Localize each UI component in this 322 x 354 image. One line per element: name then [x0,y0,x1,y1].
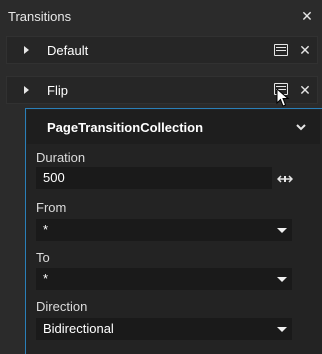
caret-down-icon[interactable] [277,277,287,282]
close-icon[interactable]: ✕ [299,8,315,24]
from-label: From [36,200,67,215]
direction-select[interactable]: Bidirectional [36,318,292,340]
caret-down-icon[interactable] [277,327,287,332]
panel-title: Transitions [8,9,72,24]
duration-label: Duration [36,150,86,165]
panel-icon[interactable] [274,44,288,56]
caret-down-icon[interactable] [277,228,287,233]
to-select[interactable]: * [36,268,292,290]
chevron-down-icon[interactable] [296,122,306,132]
triangle-right-icon[interactable] [24,86,29,94]
popup-title: PageTransitionCollection [47,120,204,135]
triangle-right-icon[interactable] [24,46,29,54]
horizontal-resize-icon[interactable] [277,174,293,184]
duration-input[interactable]: 500 [36,167,272,189]
close-icon[interactable]: ✕ [297,42,313,58]
from-select[interactable]: * [36,219,292,241]
transition-item-label: Flip [47,83,68,98]
mouse-pointer-icon [276,88,290,107]
direction-label: Direction [36,299,88,314]
close-icon[interactable]: ✕ [297,82,313,98]
transition-item-label: Default [47,43,89,58]
to-label: To [36,250,50,265]
